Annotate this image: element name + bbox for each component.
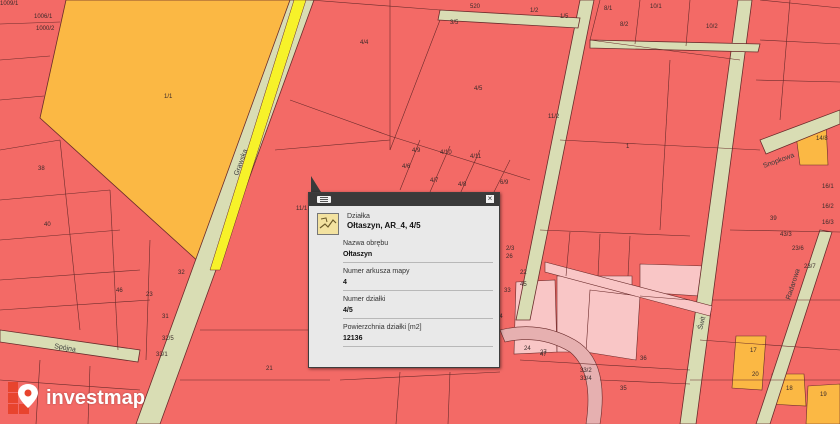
parcel-label: 1009/1: [0, 1, 19, 7]
parcel-orange-right-4[interactable]: [805, 383, 840, 424]
field-value: Ołtaszyn: [343, 251, 373, 258]
field-area: Powierzchnia działki [m2] 12136: [343, 319, 493, 347]
parcel-label: 33/1: [156, 352, 168, 358]
parcel-label: 46: [116, 288, 123, 294]
popup-pointer: [311, 176, 321, 192]
parcel-label: 4/10: [440, 150, 452, 156]
parcel-label: 4/7: [430, 178, 439, 184]
parcel-info-popup: × Działka Ołtaszyn, AR_4, 4/5 Nazwa obrę…: [308, 192, 500, 368]
parcel-label: 33/4: [580, 376, 592, 382]
parcel-label: 16/1: [822, 184, 834, 190]
parcel-label: 26: [506, 254, 513, 260]
parcel-label: 1/2: [530, 8, 539, 14]
parcel-label: 40: [44, 222, 51, 228]
parcel-label: 4/6: [402, 164, 411, 170]
field-label: Powierzchnia działki [m2]: [343, 324, 422, 331]
parcel-label: 1000/2: [36, 26, 55, 32]
popup-body: Działka Ołtaszyn, AR_4, 4/5 Nazwa obrębu…: [309, 206, 499, 347]
field-parcel-number: Numer działki 4/5: [343, 291, 493, 319]
parcel-label: 1006/1: [34, 14, 53, 20]
popup-title-row: Działka Ołtaszyn, AR_4, 4/5: [317, 213, 491, 235]
parcel-label: 23: [146, 292, 153, 298]
field-value: 4: [343, 279, 347, 286]
parcel-label: 11/2: [548, 114, 560, 120]
logo-mark-icon: [8, 382, 38, 414]
parcel-label: 36: [640, 356, 647, 362]
parcel-label: 23/6: [792, 246, 804, 252]
object-type-label: Działka: [347, 213, 370, 220]
parcel-label: 21: [266, 366, 273, 372]
parcel-label: 8/1: [604, 6, 613, 12]
field-precinct: Nazwa obrębu Ołtaszyn: [343, 235, 493, 263]
parcel-label: 31: [162, 314, 169, 320]
field-label: Nazwa obrębu: [343, 240, 389, 247]
field-label: Numer arkusza mapy: [343, 268, 410, 275]
parcel-label: 45: [520, 282, 527, 288]
parcel-label: 10/1: [650, 4, 662, 10]
field-map-sheet: Numer arkusza mapy 4: [343, 263, 493, 291]
popup-title-block: Działka Ołtaszyn, AR_4, 4/5: [347, 213, 421, 230]
parcel-pink-4[interactable]: [585, 289, 641, 361]
parcel-label: 23/7: [804, 264, 816, 270]
parcel-label: 32/5: [162, 336, 174, 342]
parcel-label: 33/2: [580, 368, 592, 374]
parcel-label: 4/9: [412, 148, 421, 154]
parcel-label: 6/9: [500, 180, 509, 186]
parcel-label: 1/5: [560, 14, 569, 20]
parcel-label: 4/5: [474, 86, 483, 92]
parcel-label: 33: [504, 288, 511, 294]
parcel-label: 35: [620, 386, 627, 392]
parcel-label: 4/4: [360, 40, 369, 46]
parcel-map-icon: [317, 213, 339, 235]
field-label: Numer działki: [343, 296, 386, 303]
field-value: 4/5: [343, 307, 353, 314]
parcel-label: 520: [470, 4, 481, 10]
parcel-title: Ołtaszyn, AR_4, 4/5: [347, 221, 421, 230]
field-value: 12136: [343, 335, 363, 342]
popup-header: ×: [309, 193, 499, 206]
parcel-label: 10/2: [706, 24, 718, 30]
parcel-label: 14/8: [816, 136, 828, 142]
parcel-label: 4/11: [470, 154, 482, 160]
parcel-label: 16/3: [822, 220, 834, 226]
parcel-label: 1/1: [164, 94, 173, 100]
close-icon[interactable]: ×: [486, 195, 494, 203]
parcel-label: 32: [178, 270, 185, 276]
parcel-label: 38: [38, 166, 45, 172]
list-icon[interactable]: [317, 196, 331, 203]
parcel-label: 3/5: [450, 20, 459, 26]
parcel-label: 18: [786, 386, 793, 392]
parcel-label: 17: [750, 348, 757, 354]
parcel-label: 16/2: [822, 204, 834, 210]
parcel-label: 19: [820, 392, 827, 398]
parcel-label: 22: [520, 270, 527, 276]
parcel-label: 11/1: [296, 206, 308, 212]
investmap-logo[interactable]: investmap: [8, 382, 145, 414]
parcel-label: 8/2: [620, 22, 629, 28]
logo-wordmark: investmap: [46, 386, 145, 409]
parcel-label: 39: [770, 216, 777, 222]
parcel-label: 24: [524, 346, 531, 352]
parcel-label: 43/3: [780, 232, 792, 238]
parcel-label: 47: [540, 352, 547, 358]
parcel-label: 2/3: [506, 246, 515, 252]
parcel-label: 4/8: [458, 182, 467, 188]
parcel-label: 20: [752, 372, 759, 378]
